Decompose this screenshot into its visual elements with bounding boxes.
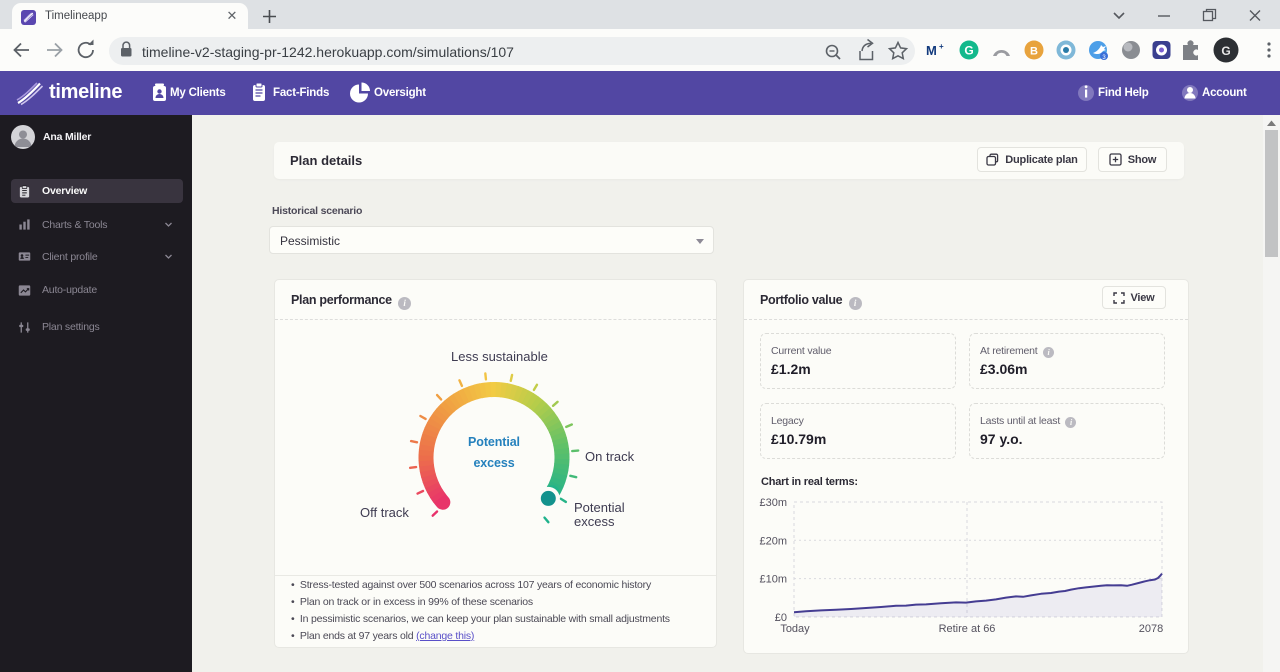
svg-text:Today: Today bbox=[780, 623, 810, 635]
svg-text:Retire at 66: Retire at 66 bbox=[939, 623, 996, 635]
svg-text:£30m: £30m bbox=[759, 497, 787, 509]
svg-text:£20m: £20m bbox=[759, 535, 787, 547]
svg-text:+: + bbox=[939, 42, 944, 51]
svg-text:M: M bbox=[926, 43, 937, 58]
svg-text:G: G bbox=[1221, 44, 1230, 58]
svg-text:£10m: £10m bbox=[759, 574, 787, 586]
svg-text:B: B bbox=[1030, 46, 1038, 58]
svg-text:2078: 2078 bbox=[1139, 623, 1163, 635]
svg-text:G: G bbox=[964, 44, 973, 58]
